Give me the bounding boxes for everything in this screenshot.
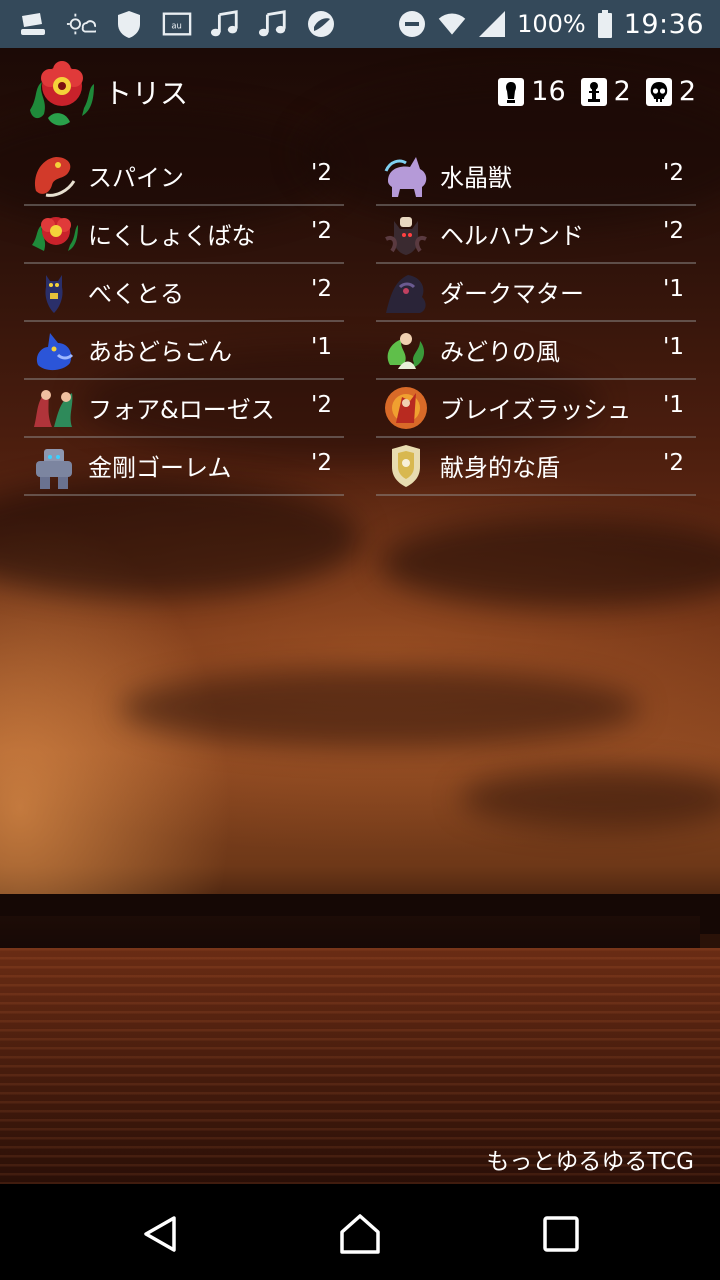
- signal-icon: [477, 9, 507, 39]
- card-count: '1: [311, 334, 332, 360]
- card-count: '2: [663, 218, 684, 244]
- stat-skulls-value: 2: [678, 76, 696, 107]
- music-icon: [210, 9, 240, 39]
- card-thumbnail: [385, 387, 427, 429]
- weather-icon: [66, 9, 96, 39]
- shield-icon: [114, 9, 144, 39]
- card-count: '2: [311, 450, 332, 476]
- card-row[interactable]: みどりの風 '1: [376, 322, 696, 380]
- card-row[interactable]: ヘルハウンド '2: [376, 206, 696, 264]
- back-icon[interactable]: [138, 1212, 182, 1256]
- card-count: '1: [663, 334, 684, 360]
- wifi-icon: [437, 9, 467, 39]
- card-row[interactable]: ダークマター '1: [376, 264, 696, 322]
- dnd-icon: [397, 9, 427, 39]
- card-row[interactable]: べくとる '2: [24, 264, 344, 322]
- battery-icon: [596, 9, 614, 39]
- card-name: にくしょくばな: [88, 222, 256, 250]
- navigation-bar: [0, 1184, 720, 1280]
- card-count: '2: [311, 392, 332, 418]
- card-name: ダークマター: [440, 280, 584, 308]
- card-row[interactable]: 献身的な盾 '2: [376, 438, 696, 496]
- tray-icon: [18, 9, 48, 39]
- deck-avatar[interactable]: [24, 58, 96, 130]
- card-count: '1: [663, 392, 684, 418]
- clock: 19:36: [623, 8, 704, 40]
- card-name: フォア&ローゼス: [88, 396, 275, 424]
- moon-icon: [306, 9, 336, 39]
- card-thumbnail: [34, 390, 73, 427]
- app-credit: もっとゆるゆるTCG: [486, 1149, 694, 1175]
- card-row[interactable]: 水晶獣 '2: [376, 148, 696, 206]
- stat-traps: 2: [580, 76, 631, 107]
- card-name: 献身的な盾: [440, 454, 560, 482]
- battery-percent: 100%: [517, 10, 586, 38]
- au-mail-icon: au: [162, 9, 192, 39]
- card-row[interactable]: 金剛ゴーレム '2: [24, 438, 344, 496]
- card-list-left: スパイン '2 にくしょくばな '2 べくとる '2 あおどらごん '1 フォア…: [24, 148, 344, 496]
- status-bar: au 100% 19:36: [0, 0, 720, 48]
- deck-name: トリス: [104, 77, 189, 110]
- card-count: '2: [311, 218, 332, 244]
- card-name: みどりの風: [440, 338, 560, 366]
- card-list-right: 水晶獣 '2 ヘルハウンド '2 ダークマター '1 みどりの風 '1 ブレイズ…: [376, 148, 696, 496]
- home-icon[interactable]: [338, 1212, 382, 1256]
- card-row[interactable]: ブレイズラッシュ '1: [376, 380, 696, 438]
- card-name: ブレイズラッシュ: [440, 396, 632, 424]
- svg-text:au: au: [171, 21, 182, 31]
- stat-traps-value: 2: [613, 76, 631, 107]
- card-thumbnail: [384, 157, 427, 197]
- card-row[interactable]: フォア&ローゼス '2: [24, 380, 344, 438]
- card-thumbnail: [32, 217, 78, 251]
- card-count: '2: [663, 160, 684, 186]
- deck-stats: 16 2 2: [497, 76, 696, 107]
- card-count: '2: [311, 160, 332, 186]
- music-icon: [258, 9, 288, 39]
- card-name: 水晶獣: [440, 164, 512, 192]
- deck-header: トリス 16 2 2: [0, 48, 720, 140]
- stat-cards: 16: [497, 76, 566, 107]
- card-name: ヘルハウンド: [440, 222, 584, 250]
- card-thumbnail: [392, 445, 420, 487]
- card-count: '2: [663, 450, 684, 476]
- card-row[interactable]: あおどらごん '1: [24, 322, 344, 380]
- card-thumbnail: [34, 157, 76, 197]
- card-name: あおどらごん: [88, 338, 232, 366]
- card-count: '2: [311, 276, 332, 302]
- card-thumbnail: [387, 333, 425, 369]
- trap-stat-icon: [580, 77, 607, 106]
- skull-stat-icon: [645, 77, 672, 106]
- card-name: べくとる: [88, 280, 184, 308]
- card-row[interactable]: にくしょくばな '2: [24, 206, 344, 264]
- stat-cards-value: 16: [531, 76, 566, 107]
- card-row[interactable]: スパイン '2: [24, 148, 344, 206]
- card-thumbnail: [386, 275, 426, 313]
- card-count: '1: [663, 276, 684, 302]
- card-thumbnail: [385, 217, 427, 255]
- card-name: 金剛ゴーレム: [88, 454, 232, 482]
- card-name: スパイン: [88, 164, 184, 192]
- card-stat-icon: [498, 77, 525, 106]
- card-thumbnail: [45, 275, 63, 313]
- card-thumbnail: [36, 333, 74, 371]
- recents-icon[interactable]: [539, 1212, 583, 1256]
- stat-skulls: 2: [645, 76, 696, 107]
- card-thumbnail: [36, 449, 72, 489]
